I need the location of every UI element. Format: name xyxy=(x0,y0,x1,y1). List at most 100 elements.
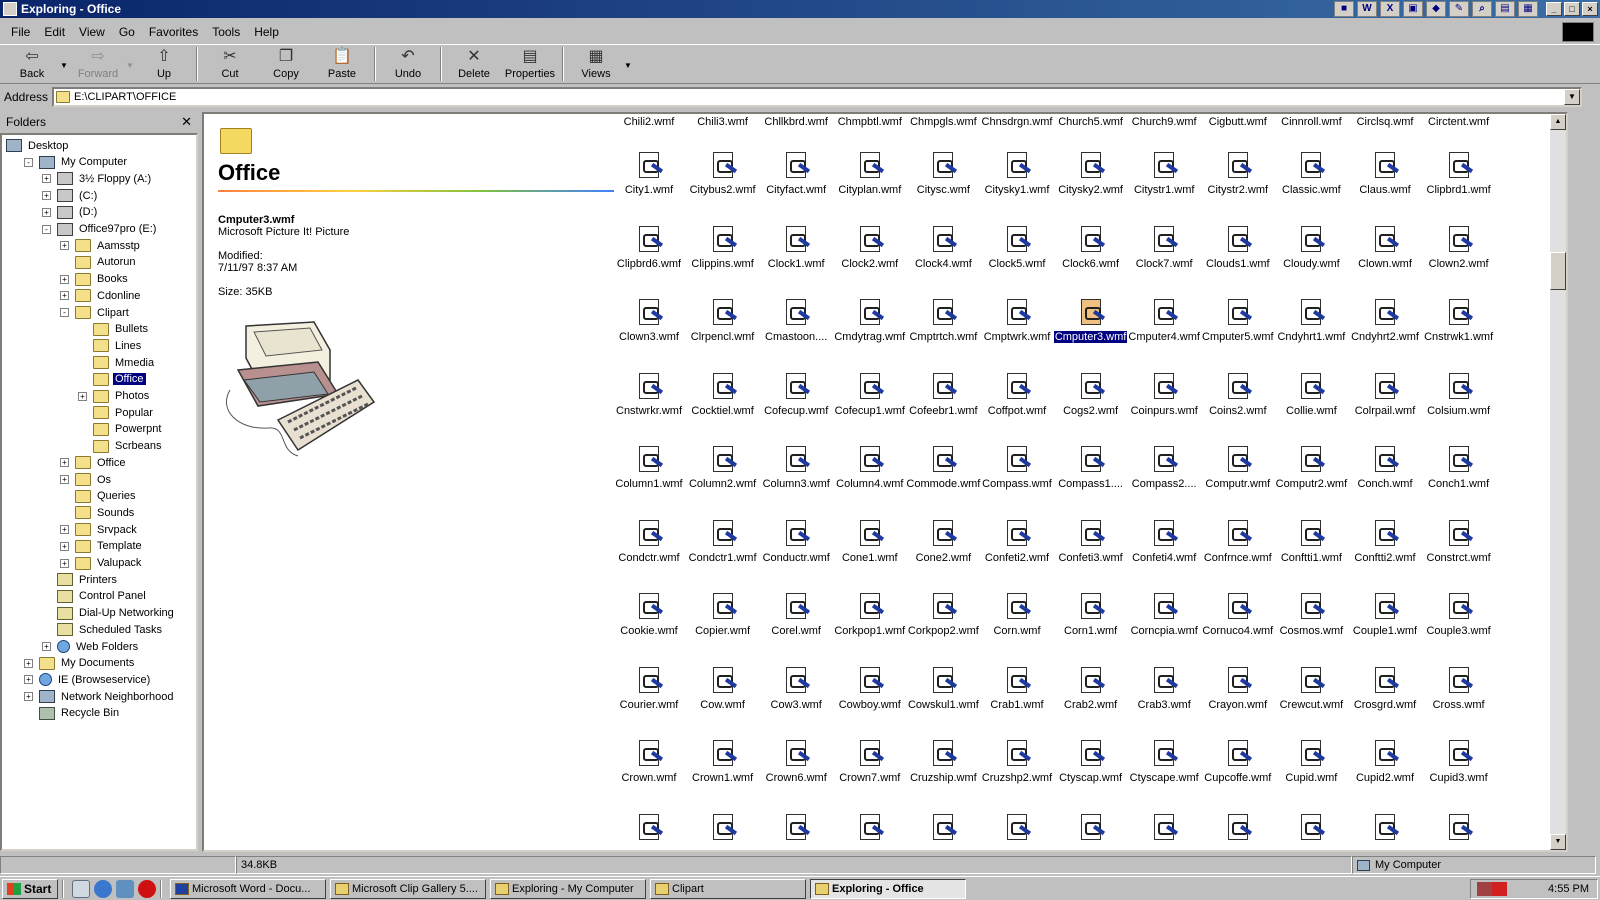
file-item[interactable]: Condctr.wmf xyxy=(612,519,686,564)
file-item[interactable]: Column3.wmf xyxy=(759,446,833,490)
file-item[interactable]: Cupcoffe.wmf xyxy=(1201,740,1275,784)
scroll-up-button[interactable]: ▲ xyxy=(1550,114,1566,130)
file-item[interactable]: Cmputer5.wmf xyxy=(1201,299,1275,343)
file-item[interactable]: Corkpop1.wmf xyxy=(833,593,907,637)
address-dropdown-button[interactable]: ▼ xyxy=(1564,89,1580,105)
file-item[interactable]: Cofecup.wmf xyxy=(759,372,833,417)
file-item[interactable]: Collie.wmf xyxy=(1274,372,1348,417)
file-item[interactable] xyxy=(1127,813,1201,842)
vertical-scrollbar[interactable]: ▲ ▼ xyxy=(1550,114,1566,850)
file-item[interactable]: Cmputer4.wmf xyxy=(1127,299,1201,343)
file-item[interactable]: Constrct.wmf xyxy=(1422,519,1496,564)
close-pane-icon[interactable]: ✕ xyxy=(181,114,192,130)
file-label[interactable]: Church9.wmf xyxy=(1127,116,1201,128)
excel-icon[interactable]: X xyxy=(1380,1,1400,17)
tree-item[interactable]: +3½ Floppy (A:) xyxy=(42,170,153,187)
tree-item[interactable]: + Web Folders xyxy=(42,638,140,655)
file-item[interactable]: Cogs2.wmf xyxy=(1054,372,1128,417)
tree-item[interactable]: Scrbeans xyxy=(78,438,163,455)
file-item[interactable]: Couple1.wmf xyxy=(1348,593,1422,637)
file-item[interactable] xyxy=(906,813,980,842)
file-item[interactable]: Colsium.wmf xyxy=(1422,372,1496,417)
file-item[interactable]: Corn.wmf xyxy=(980,593,1054,637)
file-item[interactable]: Condctr1.wmf xyxy=(686,519,760,564)
shortcut-icon[interactable]: ✎ xyxy=(1449,1,1469,17)
file-item[interactable] xyxy=(1274,813,1348,842)
file-item[interactable]: Corncpia.wmf xyxy=(1127,593,1201,637)
menu-help[interactable]: Help xyxy=(247,25,286,39)
tree-item[interactable]: Printers xyxy=(42,571,119,588)
show-desktop-icon[interactable] xyxy=(72,879,90,898)
file-item[interactable]: Cookie.wmf xyxy=(612,593,686,637)
tree-item[interactable]: Dial-Up Networking xyxy=(42,605,176,622)
tree-item[interactable]: Autorun xyxy=(60,254,138,271)
tree-item[interactable]: Scheduled Tasks xyxy=(42,621,164,638)
tree-item[interactable]: + (C:) xyxy=(42,187,99,204)
file-label[interactable]: Chllkbrd.wmf xyxy=(759,116,833,128)
collapse-icon[interactable]: - xyxy=(24,157,33,167)
menu-tools[interactable]: Tools xyxy=(205,25,247,39)
forward-button[interactable]: ⇨ Forward xyxy=(70,45,126,83)
tree-item[interactable]: - Clipart xyxy=(60,304,131,321)
file-item[interactable]: Clown3.wmf xyxy=(612,299,686,343)
file-item[interactable]: Clock1.wmf xyxy=(759,225,833,270)
expand-icon[interactable]: + xyxy=(60,291,69,301)
file-item[interactable]: Cupid2.wmf xyxy=(1348,740,1422,784)
task-exploring-my-computer[interactable]: Exploring - My Computer xyxy=(490,878,646,899)
tree-item[interactable]: Lines xyxy=(78,337,143,354)
file-label[interactable]: Cinnroll.wmf xyxy=(1274,116,1348,128)
file-item[interactable]: Cmptrtch.wmf xyxy=(906,299,980,343)
shortcut-icon[interactable]: ◆ xyxy=(1426,1,1446,17)
tree-item[interactable]: + IE (Browseservice) xyxy=(24,671,152,688)
file-item[interactable] xyxy=(980,813,1054,842)
file-item[interactable]: Coinpurs.wmf xyxy=(1127,372,1201,417)
expand-icon[interactable]: + xyxy=(42,174,51,184)
tree-item[interactable]: + Books xyxy=(60,271,130,288)
tree-item[interactable]: + (D:) xyxy=(42,204,99,221)
scroll-thumb[interactable] xyxy=(1550,252,1566,290)
file-item[interactable]: Cone1.wmf xyxy=(833,519,907,564)
file-item[interactable]: Corkpop2.wmf xyxy=(906,593,980,637)
collapse-icon[interactable]: - xyxy=(42,224,51,234)
file-item[interactable]: Clown.wmf xyxy=(1348,225,1422,270)
file-item[interactable]: Cmastoon.... xyxy=(759,299,833,343)
close-button[interactable]: × xyxy=(1582,2,1598,16)
file-item[interactable]: Column1.wmf xyxy=(612,446,686,490)
menu-go[interactable]: Go xyxy=(112,25,142,39)
file-item[interactable]: Compass.wmf xyxy=(980,446,1054,490)
start-button[interactable]: Start xyxy=(2,878,58,899)
file-item[interactable]: Cone2.wmf xyxy=(906,519,980,564)
file-item[interactable]: Computr2.wmf xyxy=(1274,446,1348,490)
file-item[interactable]: Cupid3.wmf xyxy=(1422,740,1496,784)
file-item[interactable]: City1.wmf xyxy=(612,152,686,196)
collapse-icon[interactable]: - xyxy=(60,308,69,317)
paste-button[interactable]: 📋 Paste xyxy=(314,45,370,83)
forward-dropdown-arrow[interactable]: ▼ xyxy=(126,45,136,83)
tree-item[interactable]: - Office97pro (E:) xyxy=(42,221,158,238)
file-item[interactable]: Clown2.wmf xyxy=(1422,225,1496,270)
file-item[interactable]: Cocktiel.wmf xyxy=(686,372,760,417)
task-clip-gallery[interactable]: Microsoft Clip Gallery 5.... xyxy=(330,878,486,899)
file-label[interactable]: Circlsq.wmf xyxy=(1348,116,1422,128)
file-item[interactable]: Cmptwrk.wmf xyxy=(980,299,1054,343)
menu-favorites[interactable]: Favorites xyxy=(142,25,205,39)
file-item[interactable]: Cornuco4.wmf xyxy=(1201,593,1275,637)
file-item[interactable] xyxy=(686,813,760,842)
file-item[interactable]: Cndyhrt2.wmf xyxy=(1348,299,1422,343)
file-item[interactable]: Conch1.wmf xyxy=(1422,446,1496,490)
file-item[interactable]: Crown6.wmf xyxy=(759,740,833,784)
file-item[interactable]: Cmdytrag.wmf xyxy=(833,299,907,343)
file-item[interactable]: Crown7.wmf xyxy=(833,740,907,784)
tree-item[interactable]: Queries xyxy=(60,488,138,505)
expand-icon[interactable]: + xyxy=(24,692,33,702)
expand-icon[interactable]: + xyxy=(42,191,51,201)
file-item[interactable]: Cofeebr1.wmf xyxy=(906,372,980,417)
file-item[interactable]: Couple3.wmf xyxy=(1422,593,1496,637)
delete-button[interactable]: ✕ Delete xyxy=(446,45,502,83)
shortcut-icon[interactable]: ■ xyxy=(1334,1,1354,17)
file-item[interactable]: Cruzshp2.wmf xyxy=(980,740,1054,784)
file-item[interactable]: Clouds1.wmf xyxy=(1201,225,1275,270)
file-label[interactable]: Circtent.wmf xyxy=(1422,116,1496,128)
file-item[interactable]: Column2.wmf xyxy=(686,446,760,490)
task-word[interactable]: Microsoft Word - Docu... xyxy=(170,878,326,899)
